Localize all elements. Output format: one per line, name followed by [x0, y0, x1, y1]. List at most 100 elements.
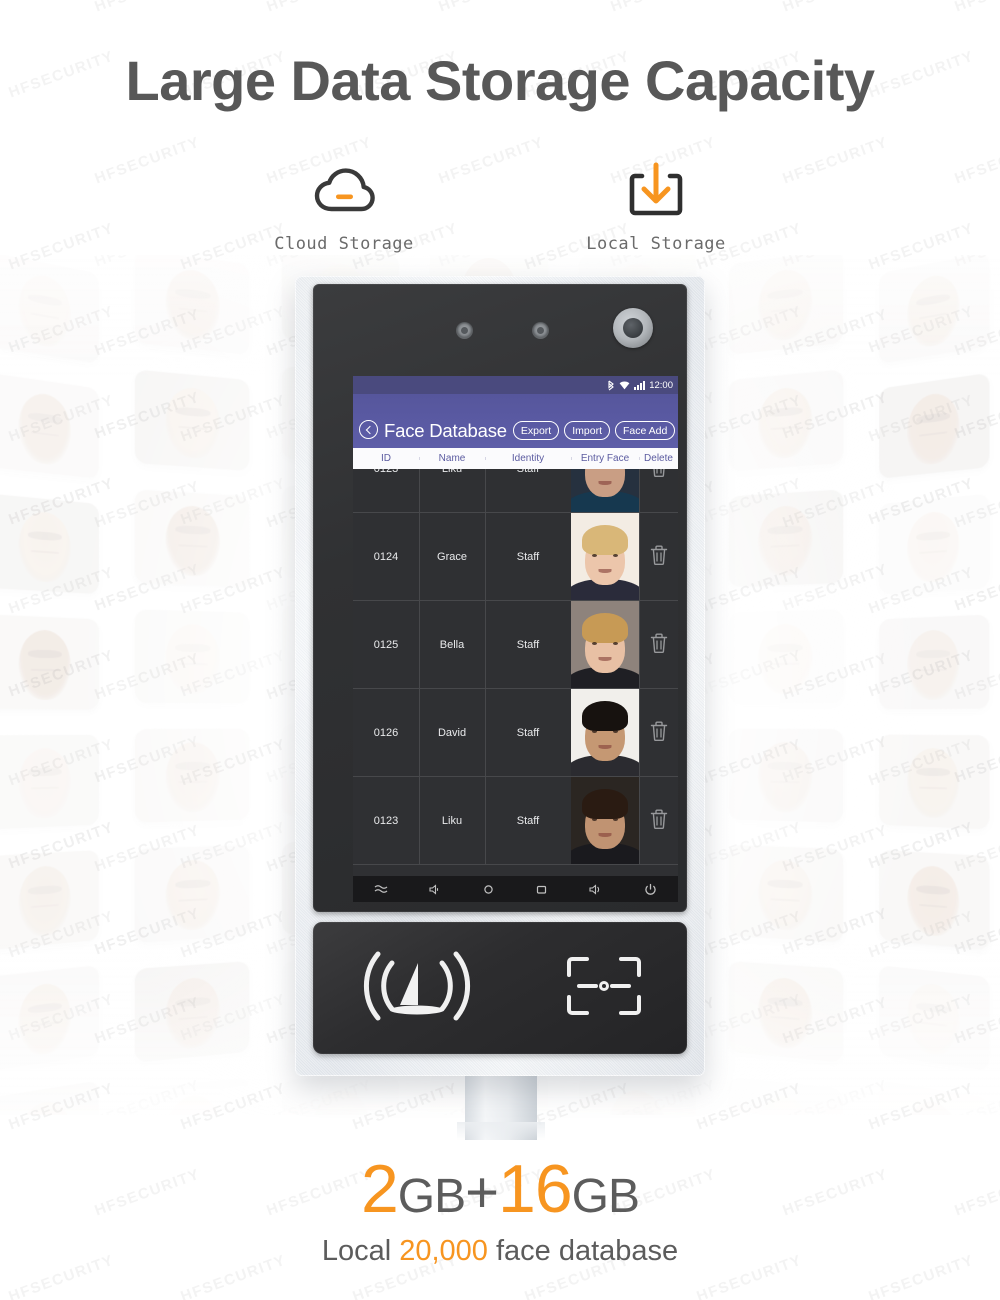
app-bar: Face Database Export Import Face Add	[353, 394, 678, 448]
face-thumbnail	[571, 513, 639, 600]
capacity-footer: 2GB+16GB Local 20,000 face database	[0, 1155, 1000, 1268]
import-button[interactable]: Import	[564, 421, 610, 440]
cell-entry-face[interactable]	[571, 513, 639, 600]
capacity-subtitle-suffix: face database	[487, 1235, 679, 1267]
cell-id: 0123	[373, 814, 399, 827]
capacity-line: 2GB+16GB	[0, 1155, 1000, 1223]
table-row[interactable]: 0123LikuStaff	[353, 469, 678, 513]
trash-icon	[649, 544, 669, 569]
watermark-text: HFSECURITY	[92, 0, 202, 15]
delete-row-button[interactable]	[639, 469, 678, 512]
capacity-rom-value: 16	[498, 1151, 573, 1227]
face-thumbnail	[571, 469, 639, 512]
qr-scanner-icon[interactable]	[565, 955, 643, 1022]
table-row[interactable]: 0124 Grace Staff	[353, 513, 678, 601]
cloud-storage-item: Cloud Storage	[244, 160, 444, 254]
reader-panel	[313, 922, 687, 1054]
cell-name: David	[419, 689, 485, 776]
column-header-identity: Identity	[485, 453, 571, 464]
column-header-entry-face: Entry Face	[571, 453, 639, 464]
cell-entry-face[interactable]	[571, 689, 639, 776]
volume-up-icon[interactable]	[589, 883, 602, 895]
home-icon[interactable]	[483, 884, 494, 895]
power-icon[interactable]	[644, 883, 657, 896]
capacity-ram-unit: GB	[397, 1170, 466, 1223]
watermark-text: HFSECURITY	[0, 0, 30, 15]
status-bar: 12:00	[353, 376, 678, 394]
cell-identity: Staff	[485, 513, 571, 600]
volume-down-icon[interactable]	[429, 883, 441, 895]
local-storage-label: Local Storage	[586, 234, 726, 254]
trash-icon	[649, 720, 669, 745]
table-header-row: ID Name Identity Entry Face Delete	[353, 448, 678, 469]
table-row[interactable]: 0126 David Staff	[353, 689, 678, 777]
delete-row-button[interactable]	[639, 777, 678, 864]
cell-entry-face[interactable]	[571, 777, 639, 864]
local-storage-icon	[556, 160, 756, 222]
capacity-rom-unit: GB	[571, 1170, 640, 1223]
face-database-table[interactable]: 0123LikuStaff0124GraceStaff0125BellaStaf…	[353, 469, 678, 902]
page-title: Large Data Storage Capacity	[125, 49, 875, 112]
cell-id: 0126	[373, 726, 399, 739]
cell-identity: Staff	[485, 777, 571, 864]
cell-id: 0123	[353, 469, 419, 512]
menu-icon[interactable]	[374, 884, 388, 895]
column-header-name: Name	[419, 453, 485, 464]
cell-id: 0125	[373, 638, 399, 651]
face-thumbnail	[571, 601, 639, 688]
capacity-subtitle-highlight: 20,000	[399, 1235, 488, 1267]
recents-icon[interactable]	[536, 884, 548, 895]
trash-icon	[649, 808, 669, 833]
signal-icon	[634, 380, 646, 390]
cell-name: Bella	[419, 601, 485, 688]
local-storage-item: Local Storage	[556, 160, 756, 254]
cloud-storage-label: Cloud Storage	[274, 234, 414, 254]
watermark-text: HFSECURITY	[952, 0, 1000, 15]
cell-id: 0124	[373, 550, 399, 563]
cell-entry-face[interactable]	[571, 469, 639, 512]
app-bar-actions: Export Import Face Add	[512, 421, 676, 440]
face-recognition-terminal: 12:00 Face Database Export Import Face A…	[295, 276, 705, 1076]
cell-entry-face[interactable]	[571, 601, 639, 688]
rfid-reader-icon[interactable]	[358, 947, 476, 1030]
face-database-app: 12:00 Face Database Export Import Face A…	[353, 376, 678, 902]
table-row[interactable]: 0123 LikuStaff	[353, 777, 678, 865]
face-add-button[interactable]: Face Add	[615, 421, 676, 440]
cell-identity: Staff	[485, 601, 571, 688]
capacity-plus: +	[465, 1160, 499, 1225]
status-bar-time: 12:00	[649, 379, 673, 391]
device-stand	[457, 1074, 545, 1140]
export-button[interactable]: Export	[512, 421, 560, 440]
cell-name: Grace	[419, 513, 485, 600]
cloud-storage-icon	[244, 160, 444, 222]
cell-identity: Staff	[485, 469, 571, 512]
face-thumbnail	[571, 777, 639, 864]
column-header-delete: Delete	[639, 453, 678, 464]
delete-row-button[interactable]	[639, 601, 678, 688]
storage-types-row: Cloud Storage Local Storage	[0, 160, 1000, 254]
delete-row-button[interactable]	[639, 513, 678, 600]
face-thumbnail	[571, 689, 639, 776]
app-title: Face Database	[384, 420, 507, 441]
column-header-id: ID	[381, 453, 391, 464]
camera-lens-icon	[613, 308, 653, 348]
android-nav-bar	[353, 876, 678, 902]
wifi-icon	[619, 381, 630, 390]
cell-identity: Staff	[485, 689, 571, 776]
trash-icon	[649, 632, 669, 657]
watermark-text: HFSECURITY	[436, 0, 546, 15]
light-sensor-icon	[532, 322, 549, 339]
cell-name: Liku	[419, 469, 485, 512]
table-row[interactable]: 0125 Bella Staff	[353, 601, 678, 689]
trash-icon	[649, 469, 669, 481]
watermark-text: HFSECURITY	[264, 0, 374, 15]
back-icon[interactable]	[359, 420, 378, 439]
capacity-subtitle-prefix: Local	[321, 1235, 400, 1267]
watermark-text: HFSECURITY	[780, 0, 890, 15]
delete-row-button[interactable]	[639, 689, 678, 776]
cell-name: Liku	[419, 777, 485, 864]
ir-sensor-icon	[456, 322, 473, 339]
watermark-text: HFSECURITY	[608, 0, 718, 15]
capacity-subtitle: Local 20,000 face database	[0, 1235, 1000, 1268]
bluetooth-icon	[607, 380, 615, 391]
